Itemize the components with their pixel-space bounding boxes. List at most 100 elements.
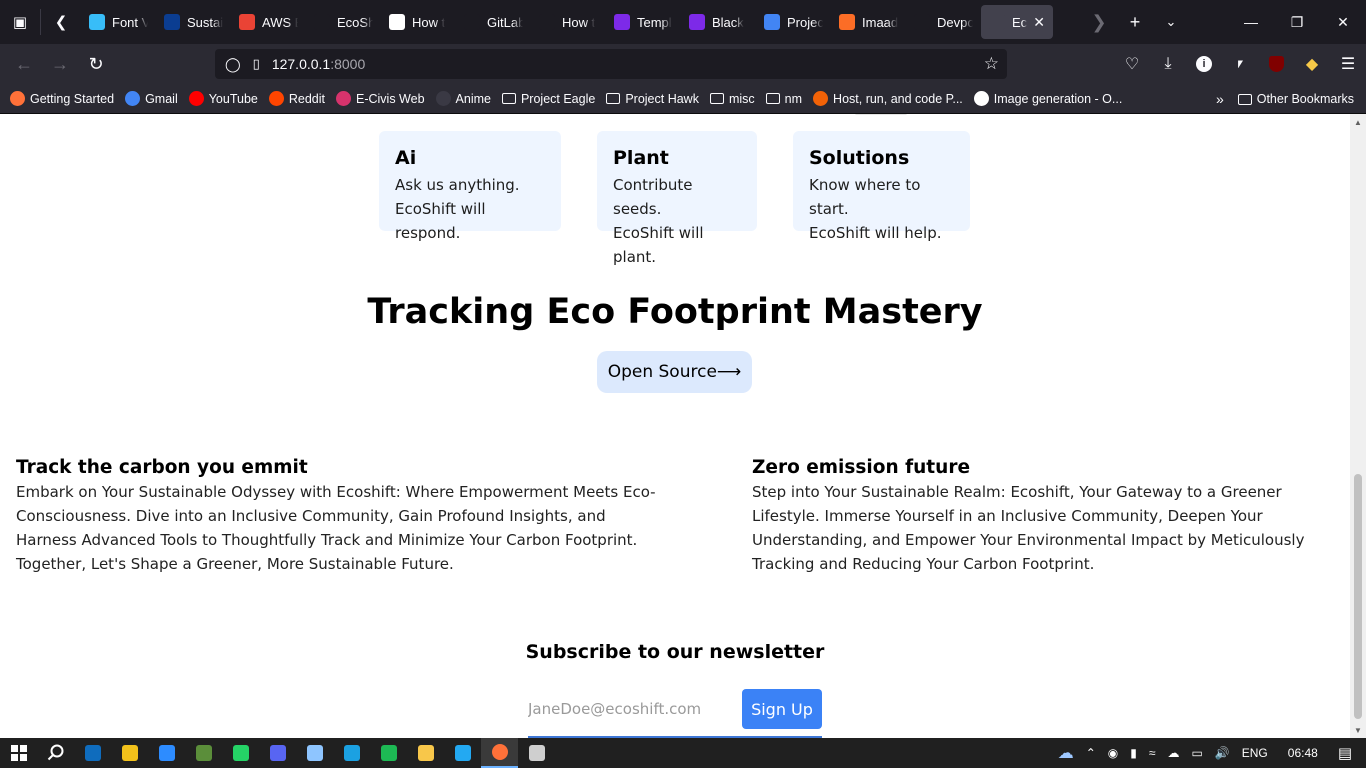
file-explorer-icon[interactable] (407, 738, 444, 768)
clock[interactable]: 06:48 (1274, 746, 1332, 760)
bookmark-item[interactable]: Getting Started (10, 91, 114, 106)
info-extension-icon[interactable]: i (1186, 44, 1222, 84)
blank-icon (989, 14, 1005, 30)
scroll-up-icon[interactable]: ▲ (1350, 114, 1366, 130)
replit-icon (813, 91, 829, 106)
app-glyph (121, 745, 138, 761)
outlook-icon[interactable] (74, 738, 111, 768)
bookmarks-overflow: » Other Bookmarks (1216, 84, 1354, 114)
browser-tab[interactable]: How t (381, 5, 456, 39)
browser-tab[interactable]: EcoShif ✕ (981, 5, 1053, 39)
browser-tab[interactable]: Font V (81, 5, 156, 39)
ublock-icon[interactable] (1258, 44, 1294, 84)
card-line: Know where to start. (809, 176, 921, 218)
notifications-icon[interactable]: ▤ (1332, 744, 1366, 762)
notepad-icon[interactable] (296, 738, 333, 768)
extension-puzzle-icon[interactable]: ◆ (1294, 44, 1330, 84)
tab-title: Font V (112, 14, 148, 30)
extensions-icon[interactable]: ⎖ (1222, 44, 1258, 84)
obs-icon[interactable] (518, 738, 555, 768)
close-window-button[interactable]: ✕ (1320, 0, 1366, 44)
battery-icon[interactable]: ▭ (1185, 746, 1208, 760)
page-info-icon[interactable]: ▯ (253, 56, 260, 72)
scroll-tabs-right-icon[interactable]: ❯ (1081, 0, 1117, 44)
card-ai[interactable]: Ai Ask us anything. EcoShift will respon… (379, 131, 561, 242)
restore-window-button[interactable]: ❐ (1274, 0, 1320, 44)
language-indicator[interactable]: ENG (1236, 746, 1274, 760)
store-icon[interactable] (111, 738, 148, 768)
bookmark-item[interactable]: E-Civis Web (336, 91, 425, 106)
bookmark-item[interactable]: Reddit (268, 91, 325, 106)
other-bookmarks[interactable]: Other Bookmarks (1237, 92, 1354, 106)
whatsapp-icon[interactable] (222, 738, 259, 768)
shield-icon[interactable]: ◯ (225, 56, 241, 73)
reload-button[interactable]: ↻ (78, 44, 114, 84)
browser-tab[interactable]: Projec (756, 5, 831, 39)
pocket-icon[interactable]: ♡ (1114, 44, 1150, 84)
card-plant[interactable]: Plant Contribute seeds. EcoShift will pl… (597, 131, 757, 266)
browser-tab[interactable]: GitLab (456, 5, 531, 39)
app-glyph (491, 744, 508, 760)
weather-cloud-icon[interactable]: ☁ (1052, 743, 1080, 763)
blank-icon (314, 14, 330, 30)
scroll-tabs-left-icon[interactable]: ❮ (41, 0, 81, 44)
bookmark-item[interactable]: Image generation - O... (973, 91, 1122, 106)
downloads-icon[interactable]: ⤓ (1150, 44, 1186, 84)
tab-overview-icon[interactable]: ▣ (0, 0, 40, 44)
scroll-down-icon[interactable]: ▼ (1350, 722, 1366, 738)
tab-title: Imaad (862, 14, 898, 30)
scrollbar-thumb[interactable] (1354, 474, 1362, 719)
bookmark-item[interactable]: Anime (435, 91, 491, 106)
edge-icon[interactable] (333, 738, 370, 768)
new-tab-button[interactable]: + (1117, 0, 1153, 44)
page-scrollbar[interactable]: ▲ ▼ (1350, 114, 1366, 738)
firefox-icon[interactable] (481, 738, 518, 768)
browser-tab[interactable]: How t (531, 5, 606, 39)
app-menu-icon[interactable]: ☰ (1330, 44, 1366, 84)
close-tab-icon[interactable]: ✕ (1033, 14, 1045, 31)
sign-up-button[interactable]: Sign Up (742, 689, 822, 729)
gitlab-icon (839, 14, 855, 30)
wifi-icon[interactable]: ≈ (1143, 746, 1162, 760)
folder-icon (501, 93, 516, 104)
bookmark-item[interactable]: Project Hawk (606, 92, 699, 106)
discord-icon[interactable] (259, 738, 296, 768)
minecraft-icon[interactable] (185, 738, 222, 768)
card-line: EcoShift will help. (809, 224, 942, 242)
chevron-up-icon[interactable]: ⌃ (1080, 746, 1102, 760)
bookmark-item[interactable]: misc (709, 92, 755, 106)
volume-icon[interactable]: 🔊 (1209, 746, 1236, 760)
back-button[interactable]: ← (6, 44, 42, 84)
browser-tab[interactable]: Devpo (906, 5, 981, 39)
url-bar[interactable]: ◯ ▯ 127.0.0.1:8000 ☆ (215, 49, 1007, 79)
bookmark-item[interactable]: Project Eagle (501, 92, 595, 106)
camera-icon[interactable]: ◉ (1102, 746, 1124, 760)
browser-tab[interactable]: AWS E (231, 5, 306, 39)
spotify-icon[interactable] (370, 738, 407, 768)
card-solutions[interactable]: Solutions Know where to start. EcoShift … (793, 131, 970, 242)
browser-tab[interactable]: Sustai (156, 5, 231, 39)
chevron-double-right-icon[interactable]: » (1216, 91, 1224, 107)
onedrive-icon[interactable]: ☁ (1161, 746, 1185, 760)
search-icon[interactable] (37, 738, 74, 768)
list-all-tabs-icon[interactable]: ⌄ (1153, 0, 1189, 44)
minimize-window-button[interactable]: — (1228, 0, 1274, 44)
browser-tab[interactable]: EcoShift - (306, 5, 381, 39)
vscode-icon[interactable] (444, 738, 481, 768)
browser-tab[interactable]: Black (681, 5, 756, 39)
browser-tab[interactable]: Templ (606, 5, 681, 39)
windows-start-icon[interactable] (0, 738, 37, 768)
bookmark-item[interactable]: YouTube (188, 91, 258, 106)
browser-tab[interactable]: Imaad (831, 5, 906, 39)
tab-title: GitLab (487, 14, 523, 30)
bookmark-item[interactable]: Host, run, and code P... (813, 91, 963, 106)
bookmark-item[interactable]: Gmail (125, 91, 178, 106)
windows-taskbar: ☁ ⌃ ◉ ▮ ≈ ☁ ▭ 🔊 ENG 06:48 ▤ (0, 738, 1366, 768)
zoom-icon[interactable] (148, 738, 185, 768)
bookmark-star-icon[interactable]: ☆ (984, 54, 999, 74)
open-source-button[interactable]: Open Source⟶ (597, 351, 752, 393)
forward-button[interactable]: → (42, 44, 78, 84)
microphone-icon[interactable]: ▮ (1124, 746, 1143, 760)
bookmark-item[interactable]: nm (765, 92, 802, 106)
newsletter-email-input[interactable] (528, 694, 728, 724)
